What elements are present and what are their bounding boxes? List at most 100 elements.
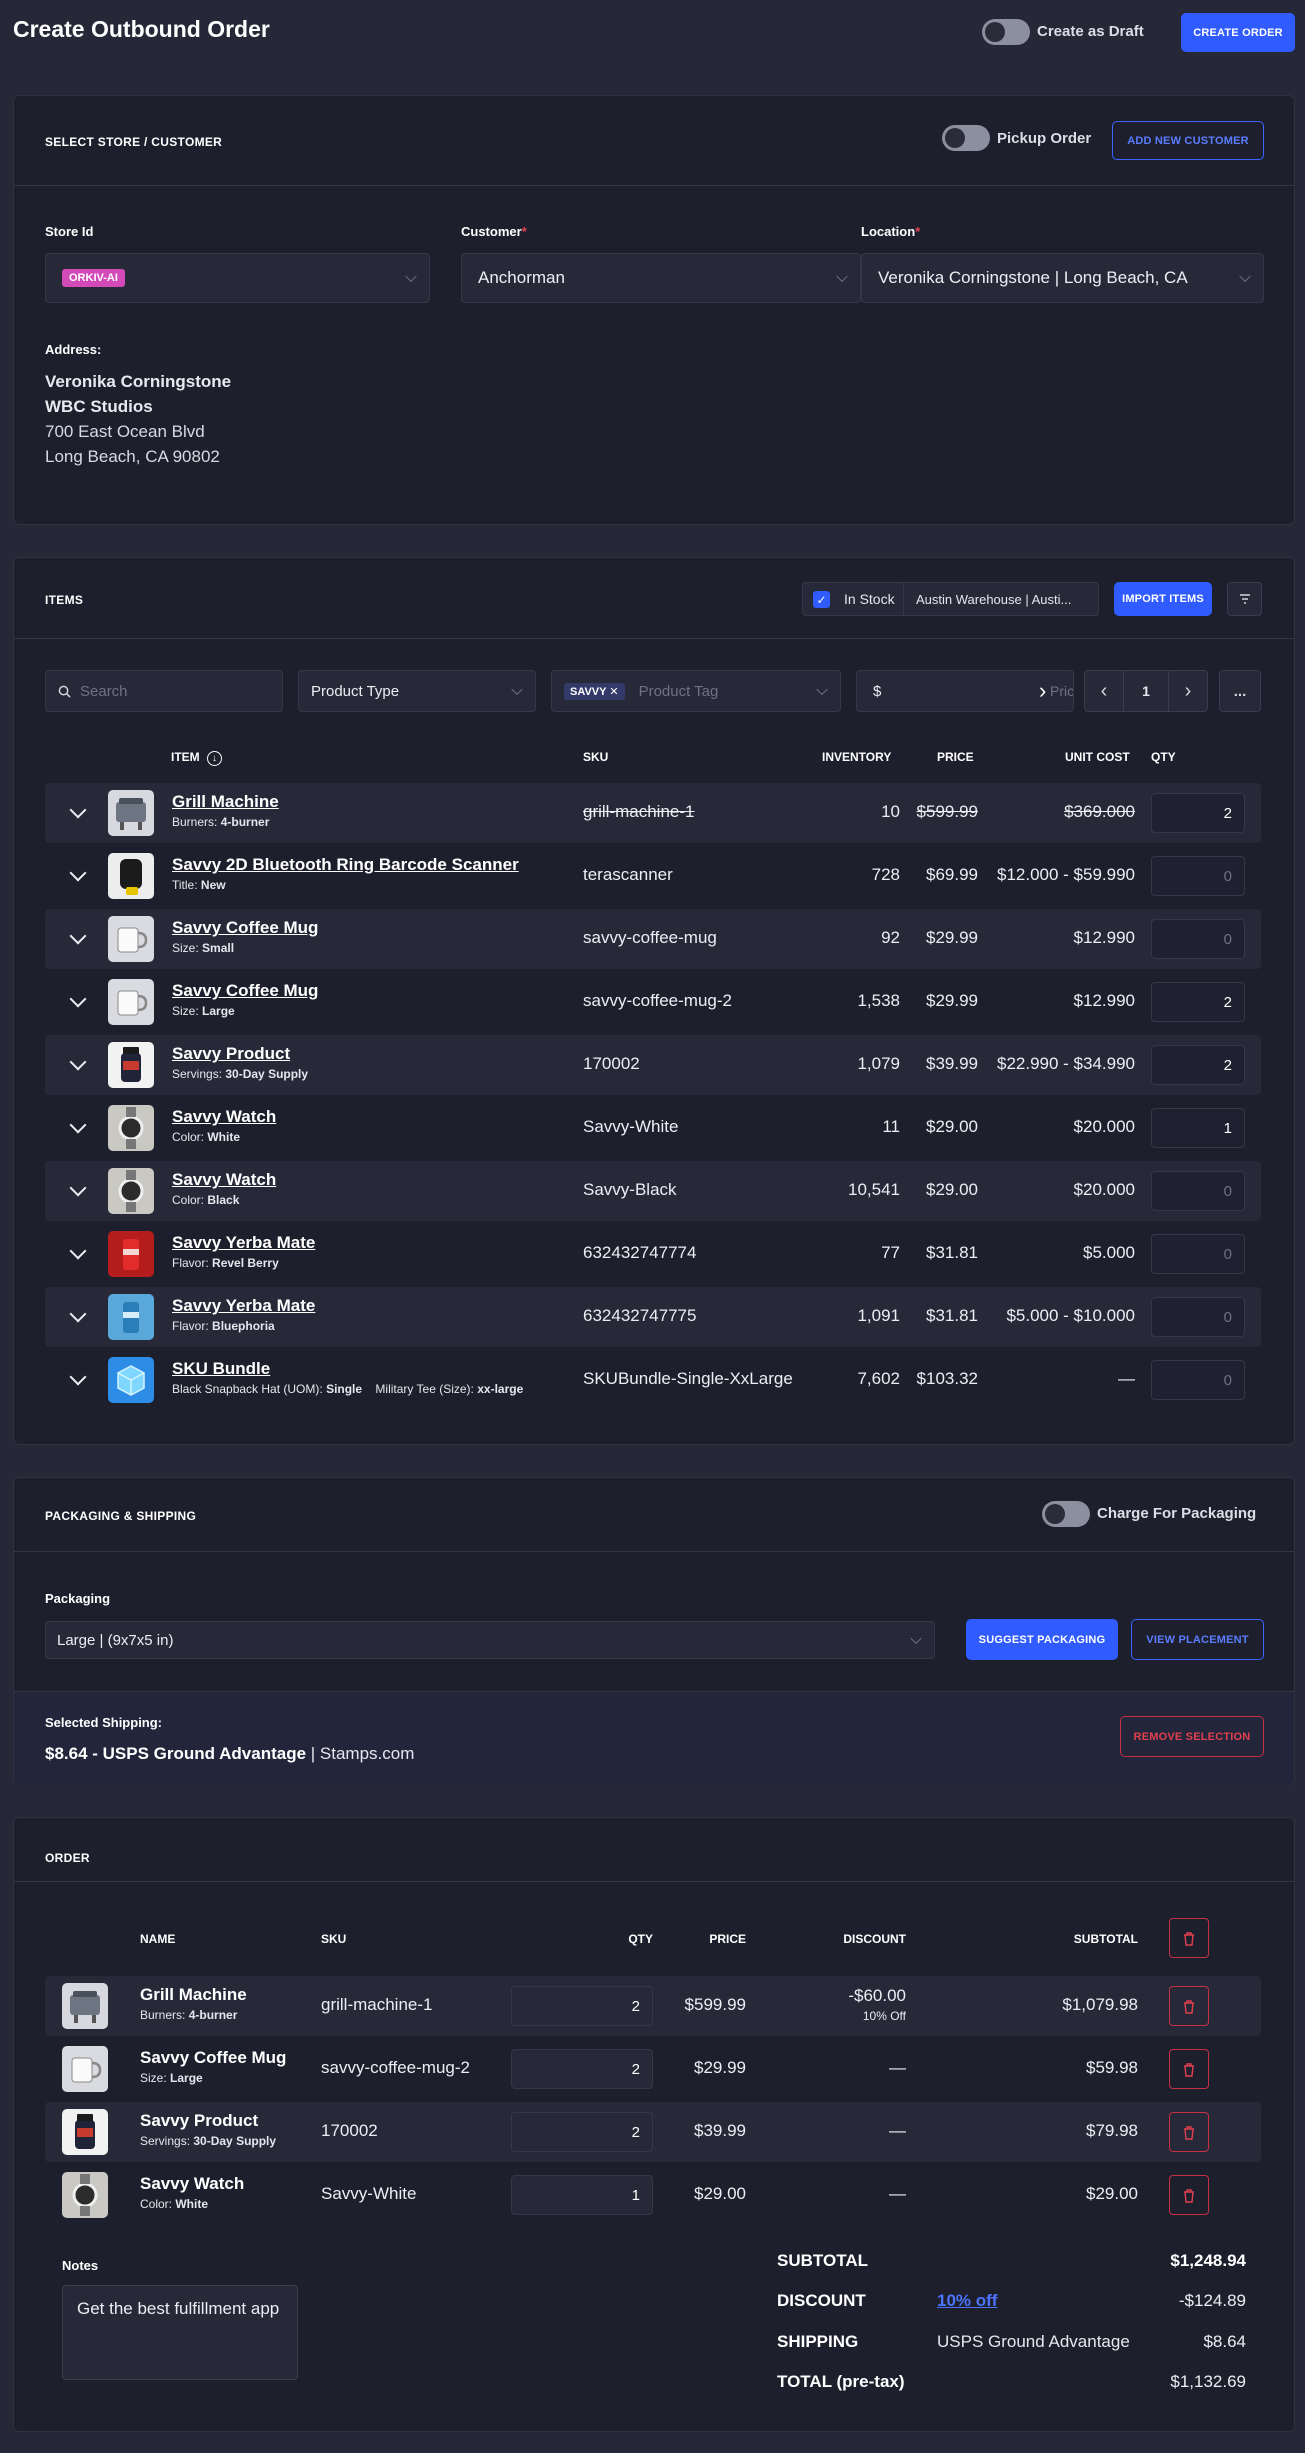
item-name-link[interactable]: Grill Machine xyxy=(172,792,279,812)
notes-textarea[interactable]: Get the best fulfillment app xyxy=(62,2285,298,2380)
order-discount-note: 10% Off xyxy=(862,2009,906,2023)
qty-input[interactable]: 0 xyxy=(1151,1234,1245,1274)
subtotal-value: $1,248.94 xyxy=(1170,2251,1246,2270)
create-order-button[interactable]: CREATE ORDER xyxy=(1181,13,1295,52)
customer-select[interactable]: Anchorman xyxy=(461,253,861,303)
column-settings-button[interactable] xyxy=(1227,582,1262,616)
store-id-select[interactable]: ORKIV-AI xyxy=(45,253,430,303)
item-name-link[interactable]: Savvy Watch xyxy=(172,1170,276,1190)
sort-down-icon[interactable]: ↓ xyxy=(207,751,223,766)
order-item-price: $29.00 xyxy=(694,2184,746,2203)
suggest-packaging-button[interactable]: SUGGEST PACKAGING xyxy=(966,1619,1118,1660)
item-sku: 632432747774 xyxy=(583,1243,697,1262)
notes-label: Notes xyxy=(62,2258,99,2273)
order-item-attributes: Burners: 4-burner xyxy=(140,2008,238,2022)
item-unit-cost: — xyxy=(1118,1369,1135,1388)
qty-input[interactable]: 0 xyxy=(1151,856,1245,896)
item-unit-cost: $5.000 xyxy=(1083,1243,1135,1262)
item-name-link[interactable]: SKU Bundle xyxy=(172,1359,270,1379)
product-tag-select[interactable]: SAVVY ✕ Product Tag xyxy=(551,670,841,712)
item-unit-cost: $12.990 xyxy=(1073,991,1135,1010)
item-sku: 632432747775 xyxy=(583,1306,697,1325)
qty-input[interactable]: 2 xyxy=(1151,982,1245,1022)
add-new-customer-button[interactable]: ADD NEW CUSTOMER xyxy=(1112,121,1264,160)
charge-packaging-toggle[interactable] xyxy=(1042,1501,1090,1527)
delete-all-button[interactable] xyxy=(1169,1918,1209,1958)
chevron-right-icon[interactable]: › xyxy=(1169,671,1207,711)
packaging-section-title: PACKAGING & SHIPPING xyxy=(45,1509,197,1523)
divider xyxy=(14,1881,1294,1882)
order-item-subtotal: $1,079.98 xyxy=(1062,1995,1138,2014)
chevron-down-icon xyxy=(1239,270,1251,283)
col-item[interactable]: ITEM ↓ xyxy=(171,750,223,766)
discount-label: DISCOUNT xyxy=(777,2291,866,2310)
delete-item-button[interactable] xyxy=(1169,2175,1209,2215)
item-attributes: Flavor: Bluephoria xyxy=(172,1319,275,1333)
price-filter[interactable]: $ › Pric xyxy=(856,670,1074,712)
order-item-attributes: Size: Large xyxy=(140,2071,203,2085)
total-value: $1,132.69 xyxy=(1170,2372,1246,2391)
more-options-button[interactable]: ... xyxy=(1219,670,1261,712)
qty-input[interactable]: 0 xyxy=(1151,1171,1245,1211)
warehouse-select[interactable]: Austin Warehouse | Austi... xyxy=(916,592,1071,607)
item-name-link[interactable]: Savvy Coffee Mug xyxy=(172,981,318,1001)
item-name-link[interactable]: Savvy 2D Bluetooth Ring Barcode Scanner xyxy=(172,855,519,875)
page-number[interactable]: 1 xyxy=(1123,671,1169,711)
qty-input[interactable]: 0 xyxy=(1151,919,1245,959)
order-qty-input[interactable]: 2 xyxy=(511,1986,653,2026)
ocol-name: NAME xyxy=(140,1932,176,1946)
location-select[interactable]: Veronika Corningstone | Long Beach, CA xyxy=(861,253,1264,303)
qty-input[interactable]: 2 xyxy=(1151,1045,1245,1085)
item-name-link[interactable]: Savvy Yerba Mate xyxy=(172,1296,315,1316)
item-name-link[interactable]: Savvy Yerba Mate xyxy=(172,1233,315,1253)
order-item-discount: — xyxy=(889,2184,906,2203)
trash-icon xyxy=(1184,2125,1194,2140)
qty-input[interactable]: 0 xyxy=(1151,1360,1245,1400)
customer-value: Anchorman xyxy=(478,268,565,287)
item-sku: SKUBundle-Single-XxLarge xyxy=(583,1369,793,1388)
ocol-subtotal: SUBTOTAL xyxy=(1073,1932,1138,1946)
order-item-discount: -$60.00 xyxy=(848,1986,906,2005)
item-unit-cost: $22.990 - $34.990 xyxy=(996,1054,1135,1073)
draft-toggle[interactable] xyxy=(982,19,1030,45)
location-label: Location* xyxy=(861,224,921,239)
order-qty-input[interactable]: 2 xyxy=(511,2112,653,2152)
chevron-left-icon[interactable]: ‹ xyxy=(1085,671,1123,711)
view-placement-button[interactable]: VIEW PLACEMENT xyxy=(1131,1619,1264,1660)
search-icon xyxy=(58,685,71,698)
qty-input[interactable]: 1 xyxy=(1151,1108,1245,1148)
price-symbol: $ xyxy=(873,682,882,700)
col-price: PRICE xyxy=(937,750,974,764)
can-red-icon xyxy=(108,1231,154,1277)
delete-item-button[interactable] xyxy=(1169,2049,1209,2089)
bottle-icon xyxy=(62,2109,108,2155)
close-icon[interactable]: ✕ xyxy=(609,686,618,698)
product-type-select[interactable]: Product Type xyxy=(298,670,536,712)
delete-item-button[interactable] xyxy=(1169,1986,1209,2026)
pickup-toggle[interactable] xyxy=(942,125,990,151)
order-qty-input[interactable]: 2 xyxy=(511,2049,653,2089)
import-items-button[interactable]: IMPORT ITEMS xyxy=(1114,582,1212,616)
store-section-title: SELECT STORE / CUSTOMER xyxy=(45,135,223,149)
search-input[interactable]: Search xyxy=(45,670,283,712)
tag-chip[interactable]: SAVVY ✕ xyxy=(564,682,625,700)
remove-selection-button[interactable]: REMOVE SELECTION xyxy=(1120,1716,1264,1757)
item-sku: terascanner xyxy=(583,865,673,884)
mug-icon xyxy=(62,2046,108,2092)
item-name-link[interactable]: Savvy Product xyxy=(172,1044,290,1064)
item-name-link[interactable]: Savvy Coffee Mug xyxy=(172,918,318,938)
order-qty-input[interactable]: 1 xyxy=(511,2175,653,2215)
item-attributes: Color: White xyxy=(172,1130,241,1144)
discount-link[interactable]: 10% off xyxy=(937,2291,997,2311)
item-name-link[interactable]: Savvy Watch xyxy=(172,1107,276,1127)
item-attributes: Burners: 4-burner xyxy=(172,815,270,829)
checkbox-checked-icon[interactable]: ✓ xyxy=(813,591,830,608)
delete-item-button[interactable] xyxy=(1169,2112,1209,2152)
qty-input[interactable]: 2 xyxy=(1151,793,1245,833)
packaging-select[interactable]: Large | (9x7x5 in) xyxy=(45,1621,935,1659)
watch-icon xyxy=(108,1168,154,1214)
shipping-label: SHIPPING xyxy=(777,2332,859,2351)
mug-icon xyxy=(108,916,154,962)
qty-input[interactable]: 0 xyxy=(1151,1297,1245,1337)
selected-shipping-label: Selected Shipping: xyxy=(45,1715,163,1730)
